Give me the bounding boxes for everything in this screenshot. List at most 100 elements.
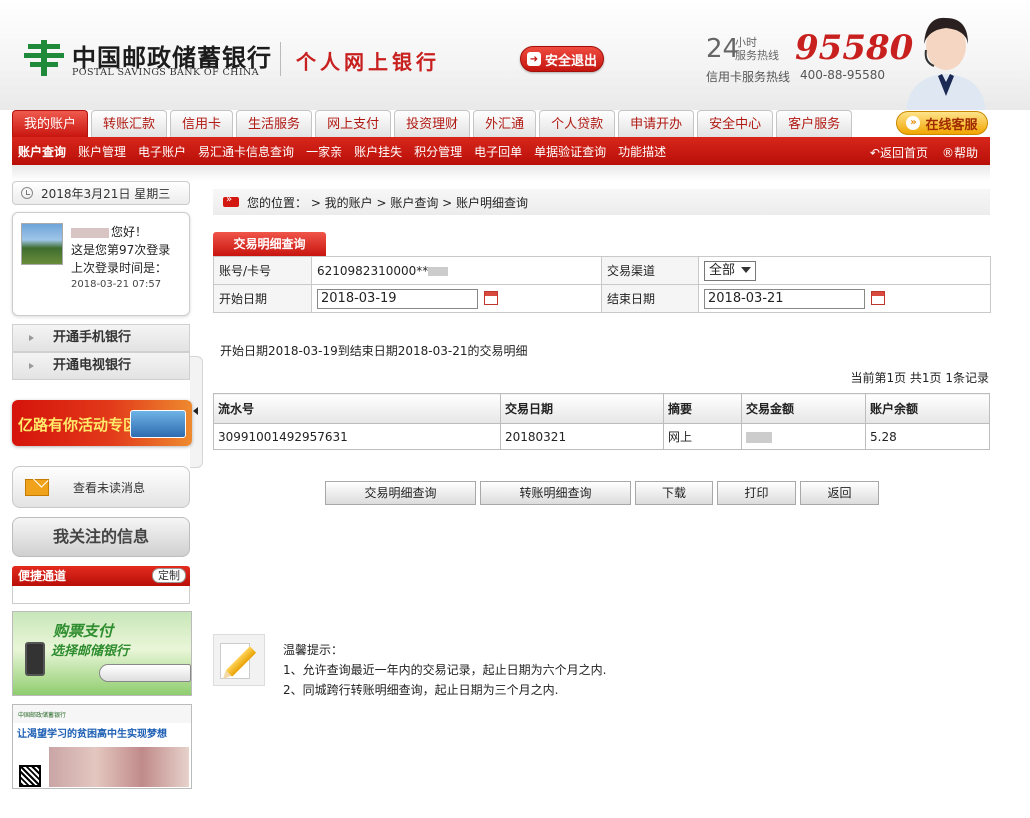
col-balance: 账户余额 bbox=[865, 393, 990, 424]
results-table: 流水号 交易日期 摘要 交易金额 账户余额 30991001492957631 … bbox=[213, 393, 990, 450]
subnav-func-desc[interactable]: 功能描述 bbox=[612, 143, 672, 160]
subnav-account-query[interactable]: 账户查询 bbox=[12, 143, 72, 160]
tab-my-account[interactable]: 我的账户 bbox=[12, 110, 89, 137]
tab-credit-card[interactable]: 信用卡 bbox=[170, 110, 234, 137]
breadcrumb: 您的位置： > 我的账户 > 账户查询 > 账户明细查询 bbox=[213, 189, 990, 215]
channel-select[interactable]: 全部 bbox=[704, 260, 757, 281]
quick-channel-header: 便捷通道 定制 bbox=[12, 566, 190, 586]
range-description: 开始日期2018-03-19到结束日期2018-03-21的交易明细 bbox=[220, 344, 528, 358]
user-greeting: 您好！ 这是您第97次登录 上次登录时间是： bbox=[71, 223, 170, 277]
tab-security-center[interactable]: 安全中心 bbox=[697, 110, 774, 137]
students-photo bbox=[49, 747, 189, 787]
tab-life-service[interactable]: 生活服务 bbox=[236, 110, 313, 137]
action-buttons: 交易明细查询 转账明细查询 下载 打印 返回 bbox=[325, 481, 883, 505]
end-date-input[interactable]: 2018-03-21 bbox=[704, 288, 865, 309]
masked-username bbox=[71, 227, 109, 238]
tab-forex[interactable]: 外汇通 bbox=[473, 110, 537, 137]
start-date-label: 开始日期 bbox=[213, 284, 312, 313]
open-tv-banking-link[interactable]: 开通电视银行 bbox=[12, 352, 190, 380]
cell-date: 20180321 bbox=[500, 423, 664, 450]
subnav-yihuitong[interactable]: 易汇通卡信息查询 bbox=[192, 143, 300, 160]
tab-personal-loan[interactable]: 个人贷款 bbox=[539, 110, 616, 137]
account-value-cell: 6210982310000** bbox=[311, 256, 602, 285]
subnav-e-account[interactable]: 电子账户 bbox=[132, 143, 192, 160]
customize-button[interactable]: 定制 bbox=[152, 568, 186, 583]
pencil-note-icon bbox=[213, 634, 265, 686]
home-back-link[interactable]: ↶返回首页 bbox=[870, 144, 928, 161]
masked-account bbox=[428, 266, 449, 276]
tips-title: 温馨提示： bbox=[283, 643, 344, 657]
tab-transfer[interactable]: 转账汇款 bbox=[91, 110, 168, 137]
postal-logo-icon bbox=[24, 40, 64, 76]
train-image bbox=[99, 664, 191, 682]
quick-channel-title: 便捷通道 bbox=[18, 569, 67, 583]
online-service-button[interactable]: » 在线客服 bbox=[896, 111, 988, 135]
subnav-doc-verify[interactable]: 单据验证查询 bbox=[528, 143, 612, 160]
query-form: 账号/卡号 6210982310000** 交易渠道 全部 开始日期 2018-… bbox=[213, 256, 991, 313]
tab-online-payment[interactable]: 网上支付 bbox=[315, 110, 392, 137]
back-button[interactable]: 返回 bbox=[800, 481, 879, 505]
last-login-label: 上次登录时间是： bbox=[71, 261, 168, 275]
tab-transaction-query[interactable]: 交易明细查询 bbox=[213, 232, 326, 256]
col-summary: 摘要 bbox=[663, 393, 742, 424]
cards-image bbox=[130, 410, 186, 438]
page-info: 当前第1页 共1页 1条记录 bbox=[850, 371, 989, 385]
breadcrumb-marker-icon bbox=[223, 194, 239, 207]
hotline-label: 服务热线 bbox=[735, 49, 779, 62]
tips: 温馨提示： 1、允许查询最近一年内的交易记录，起止日期为六个月之内. 2、同城跨… bbox=[283, 640, 606, 700]
greeting-text: 您好！ bbox=[111, 225, 148, 239]
phone-image bbox=[25, 642, 45, 676]
channel-label: 交易渠道 bbox=[601, 256, 699, 285]
subnav-e-receipt[interactable]: 电子回单 bbox=[468, 143, 528, 160]
service-agent-image bbox=[906, 17, 986, 110]
cell-serial: 30991001492957631 bbox=[213, 423, 501, 450]
breadcrumb-text: 您的位置： > 我的账户 > 账户查询 > 账户明细查询 bbox=[247, 195, 529, 210]
subnav-report-loss[interactable]: 账户挂失 bbox=[348, 143, 408, 160]
logout-label: 安全退出 bbox=[544, 53, 597, 69]
open-mobile-banking-link[interactable]: 开通手机银行 bbox=[12, 324, 190, 352]
masked-amount bbox=[746, 431, 772, 443]
subnav-family[interactable]: 一家亲 bbox=[300, 143, 348, 160]
nav-shadow bbox=[12, 165, 990, 181]
home-back-label: 返回首页 bbox=[879, 146, 928, 160]
envelope-icon bbox=[25, 478, 49, 496]
my-focus-button[interactable]: 我关注的信息 bbox=[12, 517, 190, 557]
charity-ad[interactable]: 中国邮政储蓄银行 让渴望学习的贫困高中生实现梦想 bbox=[12, 704, 192, 789]
hotline-sub: 小时 服务热线 bbox=[735, 36, 779, 62]
tab-investment[interactable]: 投资理财 bbox=[394, 110, 471, 137]
subnav-points[interactable]: 积分管理 bbox=[408, 143, 468, 160]
current-date: 2018年3月21日 星期三 bbox=[41, 186, 171, 201]
start-date-cell: 2018-03-19 bbox=[311, 284, 602, 313]
ticket-payment-ad[interactable]: 购票支付 选择邮储银行 bbox=[12, 611, 192, 696]
unread-messages-button[interactable]: 查看未读消息 bbox=[12, 466, 190, 508]
help-link[interactable]: ®帮助 bbox=[942, 144, 978, 161]
print-button[interactable]: 打印 bbox=[717, 481, 796, 505]
transfer-query-button[interactable]: 转账明细查询 bbox=[480, 481, 631, 505]
help-icon: ® bbox=[941, 146, 954, 160]
logout-button[interactable]: ➜ 安全退出 bbox=[520, 46, 604, 72]
tips-line-2: 2、同城跨行转账明细查询，起止日期为三个月之内. bbox=[283, 683, 559, 697]
cell-balance: 5.28 bbox=[865, 423, 990, 450]
ad2-title: 让渴望学习的贫困高中生实现梦想 bbox=[17, 729, 167, 740]
transaction-query-button[interactable]: 交易明细查询 bbox=[325, 481, 476, 505]
unread-messages-label: 查看未读消息 bbox=[73, 480, 146, 495]
table-row: 30991001492957631 20180321 网上 5.28 bbox=[213, 423, 990, 450]
tab-customer-service[interactable]: 客户服务 bbox=[776, 110, 853, 137]
tips-line-1: 1、允许查询最近一年内的交易记录，起止日期为六个月之内. bbox=[283, 663, 607, 677]
hotline-hours: 小时 bbox=[735, 36, 757, 49]
cell-summary: 网上 bbox=[663, 423, 742, 450]
last-login-time: 2018-03-21 07:57 bbox=[71, 279, 162, 290]
calendar-icon[interactable] bbox=[871, 291, 885, 305]
col-amount: 交易金额 bbox=[741, 393, 866, 424]
download-button[interactable]: 下载 bbox=[635, 481, 713, 505]
hotline-number: 95580 bbox=[795, 28, 914, 68]
calendar-icon[interactable] bbox=[484, 291, 498, 305]
subnav-account-manage[interactable]: 账户管理 bbox=[72, 143, 132, 160]
double-arrow-icon: » bbox=[906, 116, 921, 130]
start-date-input[interactable]: 2018-03-19 bbox=[317, 288, 478, 309]
tab-apply[interactable]: 申请开办 bbox=[618, 110, 695, 137]
date-display: 2018年3月21日 星期三 bbox=[12, 181, 190, 205]
promo-banner[interactable]: 亿路有你活动专区 bbox=[12, 400, 192, 446]
avatar bbox=[21, 223, 63, 265]
online-service-label: 在线客服 bbox=[925, 117, 978, 133]
